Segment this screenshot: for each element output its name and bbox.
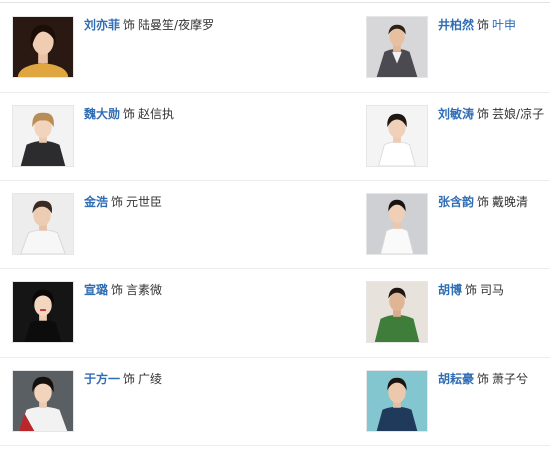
cast-info: 金浩饰元世臣	[84, 195, 162, 210]
actor-name-link[interactable]: 胡耘豪	[438, 372, 474, 386]
actor-photo[interactable]	[366, 105, 428, 167]
as-label: 饰	[477, 107, 490, 121]
cast-info: 胡博饰司马	[438, 283, 504, 298]
actor-photo[interactable]	[12, 105, 74, 167]
as-label: 饰	[477, 372, 490, 386]
actor-name-link[interactable]: 刘亦菲	[84, 18, 120, 32]
as-label: 饰	[123, 18, 136, 32]
actor-name-link[interactable]: 宣璐	[84, 283, 108, 297]
actor-photo[interactable]	[366, 16, 428, 78]
actor-name-link[interactable]: 胡博	[438, 283, 462, 297]
actor-name-link[interactable]: 井柏然	[438, 18, 474, 32]
actor-photo[interactable]	[366, 281, 428, 343]
row-divider	[0, 445, 550, 446]
actor-photo[interactable]	[366, 193, 428, 255]
role-name-link[interactable]: 叶申	[492, 18, 516, 32]
as-label: 饰	[477, 18, 490, 32]
role-name: 言素微	[126, 283, 163, 297]
cast-card: 魏大勋饰赵信执	[12, 105, 342, 169]
cast-card: 刘亦菲饰陆曼笙/夜摩罗	[12, 16, 342, 80]
actor-name-link[interactable]: 魏大勋	[84, 107, 120, 121]
as-label: 饰	[123, 372, 136, 386]
as-label: 饰	[465, 283, 478, 297]
cast-row: 金浩饰元世臣 张含韵饰戴晚清	[0, 181, 550, 269]
role-name: 芸娘/凉子	[492, 107, 545, 121]
cast-row: 宣璐饰言素微 胡博饰司马	[0, 269, 550, 357]
as-label: 饰	[111, 195, 124, 209]
cast-card: 胡耘豪饰萧子兮	[366, 370, 550, 434]
cast-info: 刘亦菲饰陆曼笙/夜摩罗	[84, 18, 214, 33]
cast-card: 于方一饰广绫	[12, 370, 342, 434]
cast-list-page: 刘亦菲饰陆曼笙/夜摩罗 井柏然饰叶申 魏大勋 饰 赵信执 刘敏涛 饰 芸娘/凉子…	[0, 0, 550, 450]
cast-card: 刘敏涛饰芸娘/凉子	[366, 105, 550, 169]
actor-photo[interactable]	[12, 16, 74, 78]
role-name: 司马	[480, 283, 505, 297]
cast-row: 刘亦菲饰陆曼笙/夜摩罗 井柏然饰叶申	[0, 4, 550, 92]
as-label: 饰	[477, 195, 490, 209]
actor-name-link[interactable]: 张含韵	[438, 195, 474, 209]
actor-photo[interactable]	[12, 193, 74, 255]
cast-info: 张含韵饰戴晚清	[438, 195, 528, 210]
role-name: 元世臣	[126, 195, 163, 209]
cast-row: 于方一饰广绫 胡耘豪饰萧子兮	[0, 358, 550, 446]
actor-photo[interactable]	[12, 370, 74, 432]
cast-info: 宣璐饰言素微	[84, 283, 162, 298]
actor-name-link[interactable]: 金浩	[84, 195, 108, 209]
actor-photo[interactable]	[12, 281, 74, 343]
cast-card: 宣璐饰言素微	[12, 281, 342, 345]
role-name: 戴晚清	[492, 195, 529, 209]
actor-name-link[interactable]: 于方一	[84, 372, 120, 386]
cast-card: 张含韵饰戴晚清	[366, 193, 550, 257]
role-name: 陆曼笙/夜摩罗	[138, 18, 215, 32]
top-divider	[0, 2, 550, 3]
cast-info: 刘敏涛饰芸娘/凉子	[438, 107, 544, 122]
cast-info: 魏大勋饰赵信执	[84, 107, 174, 122]
role-name: 赵信执	[138, 107, 175, 121]
actor-photo[interactable]	[366, 370, 428, 432]
cast-card: 井柏然饰叶申	[366, 16, 550, 80]
as-label: 饰	[111, 283, 124, 297]
actor-name-link[interactable]: 刘敏涛	[438, 107, 474, 121]
role-name: 广绫	[138, 372, 163, 386]
cast-row: 魏大勋饰赵信执 刘敏涛饰芸娘/凉子	[0, 93, 550, 181]
cast-card: 胡博饰司马	[366, 281, 550, 345]
cast-info: 胡耘豪饰萧子兮	[438, 372, 528, 387]
as-label: 饰	[123, 107, 136, 121]
role-name: 萧子兮	[492, 372, 529, 386]
cast-info: 井柏然饰叶申	[438, 18, 516, 33]
cast-info: 于方一饰广绫	[84, 372, 162, 387]
cast-card: 金浩饰元世臣	[12, 193, 342, 257]
